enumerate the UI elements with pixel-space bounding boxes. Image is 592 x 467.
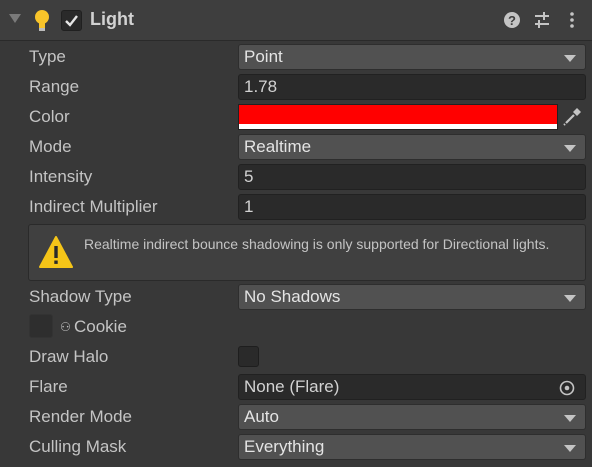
cookie-icon: ⚇ [60,320,71,334]
chevron-down-icon [564,295,576,302]
culling-mask-label: Culling Mask [29,437,127,456]
chevron-down-icon [564,55,576,62]
shadow-type-dropdown[interactable]: No Shadows [238,284,586,310]
warning-text: Realtime indirect bounce shadowing is on… [84,236,550,252]
color-label: Color [29,107,70,126]
color-alpha-bar [239,124,557,129]
render-mode-label: Render Mode [29,407,133,426]
header-divider [0,40,592,41]
indirect-multiplier-input[interactable]: 1 [238,194,586,220]
range-label: Range [29,77,80,96]
warning-icon [39,236,73,268]
cookie-texture-slot[interactable] [29,314,53,338]
preset-icon[interactable] [533,11,551,29]
shadow-type-label: Shadow Type [29,287,132,306]
intensity-label: Intensity [29,167,93,186]
render-mode-dropdown[interactable]: Auto [238,404,586,430]
draw-halo-checkbox[interactable] [238,346,259,367]
more-options-icon[interactable] [563,11,581,29]
check-icon [65,15,78,27]
help-icon[interactable]: ? [503,11,521,29]
component-enabled-checkbox[interactable] [61,10,82,31]
cookie-label: Cookie [74,317,127,336]
svg-text:?: ? [508,13,516,28]
foldout-arrow-icon[interactable] [9,14,21,23]
shadow-type-value: No Shadows [244,287,341,306]
flare-label: Flare [29,377,68,396]
color-swatch[interactable] [238,104,558,130]
object-picker-icon[interactable] [559,380,575,396]
light-bulb-icon [35,10,49,31]
type-value: Point [244,47,283,66]
mode-dropdown[interactable]: Realtime [238,134,586,160]
flare-value: None (Flare) [244,377,340,396]
eyedropper-icon[interactable] [561,106,583,128]
mode-label: Mode [29,137,72,156]
chevron-down-icon [564,445,576,452]
range-input[interactable]: 1.78 [238,74,586,100]
render-mode-value: Auto [244,407,279,426]
culling-mask-dropdown[interactable]: Everything [238,434,586,460]
culling-mask-value: Everything [244,437,325,456]
type-label: Type [29,47,66,66]
intensity-input[interactable]: 5 [238,164,586,190]
chevron-down-icon [564,145,576,152]
draw-halo-label: Draw Halo [29,347,109,366]
chevron-down-icon [564,415,576,422]
warning-help-box: Realtime indirect bounce shadowing is on… [28,224,586,281]
component-title: Light [90,9,134,29]
indirect-multiplier-label: Indirect Multiplier [29,197,158,216]
mode-value: Realtime [244,137,312,156]
flare-object-field[interactable]: None (Flare) [238,374,586,400]
type-dropdown[interactable]: Point [238,44,586,70]
